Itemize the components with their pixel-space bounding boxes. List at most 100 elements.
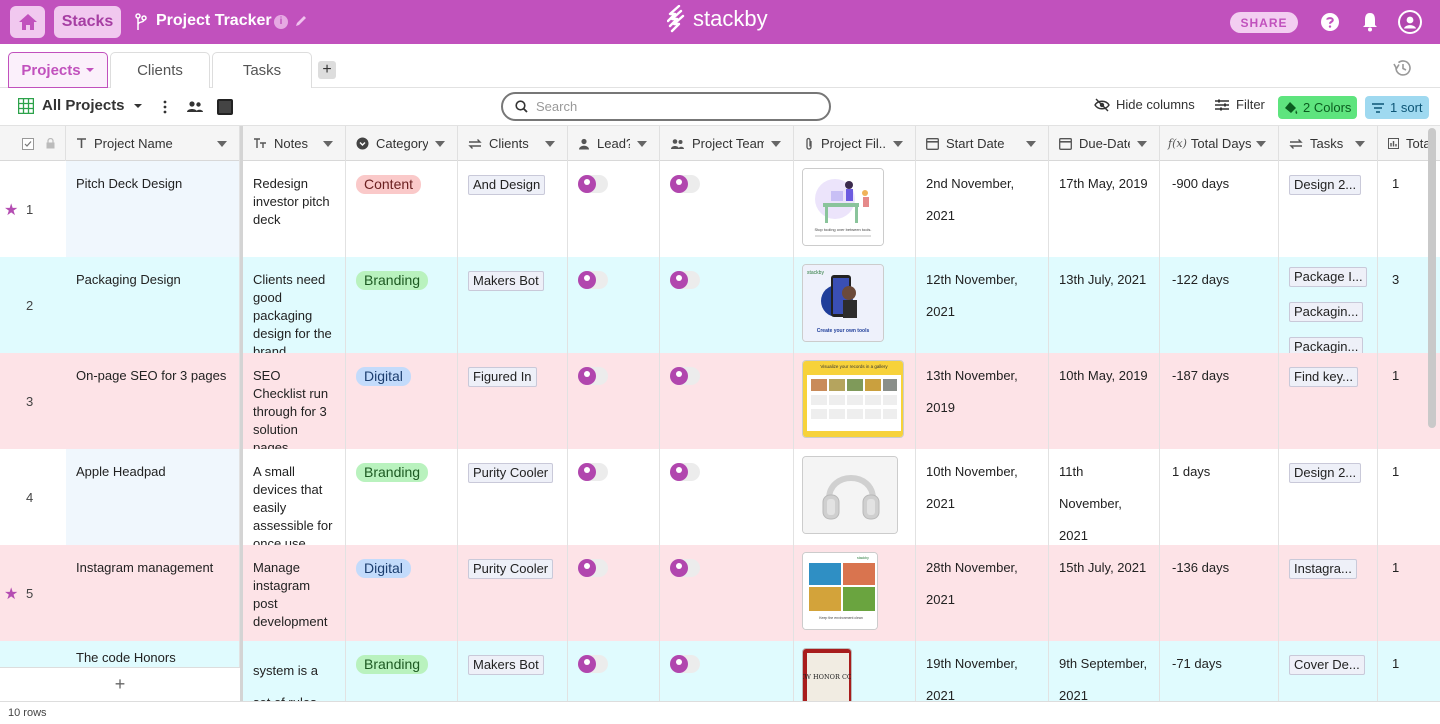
project-files-cell[interactable]: Stop tooling over between tools. bbox=[794, 161, 916, 257]
due-date-cell[interactable]: 10th May, 2019 bbox=[1049, 353, 1160, 449]
vertical-scrollbar[interactable] bbox=[1428, 128, 1436, 428]
project-name-cell[interactable]: On-page SEO for 3 pages bbox=[66, 353, 240, 449]
attachment-thumbnail[interactable]: stackby Create your own tools bbox=[802, 264, 884, 342]
tab-clients[interactable]: Clients bbox=[110, 52, 210, 88]
select-all-checkbox[interactable] bbox=[22, 137, 34, 150]
notes-cell[interactable]: A small devices that easily assessible f… bbox=[243, 449, 346, 545]
attachment-thumbnail[interactable]: Stop tooling over between tools. bbox=[802, 168, 884, 246]
column-menu-caret-icon[interactable] bbox=[435, 140, 445, 147]
clients-cell[interactable]: Purity Cooler bbox=[458, 545, 568, 641]
notes-cell[interactable]: Redesign investor pitch deck bbox=[243, 161, 346, 257]
notes-cell[interactable]: Clients need good packaging design for t… bbox=[243, 257, 346, 353]
due-date-cell[interactable]: 13th July, 2021 bbox=[1049, 257, 1160, 353]
column-menu-caret-icon[interactable] bbox=[637, 140, 647, 147]
project-files-cell[interactable]: stackby Create your own tools bbox=[794, 257, 916, 353]
notes-cell[interactable]: SEO Checklist run through for 3 solution… bbox=[243, 353, 346, 449]
notes-cell[interactable]: Manage instagram post development bbox=[243, 545, 346, 641]
more-options-icon[interactable] bbox=[162, 99, 168, 115]
user-avatar[interactable] bbox=[1398, 10, 1422, 34]
total-days-cell[interactable]: -900 days bbox=[1160, 161, 1279, 257]
column-menu-caret-icon[interactable] bbox=[217, 140, 227, 147]
linked-record-chip[interactable]: Design 2... bbox=[1289, 463, 1362, 483]
hide-columns-button[interactable]: Hide columns bbox=[1094, 97, 1195, 112]
linked-record-chip[interactable]: Packagin... bbox=[1289, 337, 1364, 353]
start-date-cell[interactable]: 13th November, 2019 bbox=[916, 353, 1049, 449]
history-icon[interactable] bbox=[1392, 59, 1412, 77]
tab-tasks[interactable]: Tasks bbox=[212, 52, 312, 88]
table-row[interactable]: 3 On-page SEO for 3 pages SEO Checklist … bbox=[0, 353, 1440, 449]
linked-record-chip[interactable]: Purity Cooler bbox=[468, 463, 554, 483]
project-name-cell[interactable]: Pitch Deck Design bbox=[66, 161, 240, 257]
linked-record-chip[interactable]: Cover De... bbox=[1289, 655, 1365, 675]
project-files-cell[interactable]: Visualize your records in a gallery bbox=[794, 353, 916, 449]
project-team-cell[interactable] bbox=[660, 257, 794, 353]
color-palette-icon[interactable] bbox=[216, 98, 234, 116]
start-date-cell[interactable]: 10th November, 2021 bbox=[916, 449, 1049, 545]
table-row[interactable]: ★ 1 Pitch Deck Design Redesign investor p… bbox=[0, 161, 1440, 257]
total-days-cell[interactable]: -122 days bbox=[1160, 257, 1279, 353]
column-menu-caret-icon[interactable] bbox=[1026, 140, 1036, 147]
category-cell[interactable]: Branding bbox=[346, 257, 458, 353]
frozen-column-divider[interactable] bbox=[240, 126, 243, 724]
linked-record-chip[interactable]: Find key... bbox=[1289, 367, 1359, 387]
lead-cell[interactable] bbox=[568, 161, 660, 257]
column-menu-caret-icon[interactable] bbox=[771, 140, 781, 147]
start-date-cell[interactable]: 28th November, 2021 bbox=[916, 545, 1049, 641]
due-date-cell[interactable]: 11th November, 2021 bbox=[1049, 449, 1160, 545]
tasks-cell[interactable]: Instagra... bbox=[1279, 545, 1378, 641]
start-date-cell[interactable]: 2nd November, 2021 bbox=[916, 161, 1049, 257]
column-menu-caret-icon[interactable] bbox=[893, 140, 903, 147]
category-cell[interactable]: Content bbox=[346, 161, 458, 257]
column-header-lead[interactable]: Lead? bbox=[568, 126, 660, 161]
add-row-button[interactable]: + bbox=[0, 667, 240, 701]
edit-icon[interactable] bbox=[294, 14, 308, 28]
tab-projects[interactable]: Projects bbox=[8, 52, 108, 88]
project-team-cell[interactable] bbox=[660, 545, 794, 641]
column-menu-caret-icon[interactable] bbox=[545, 140, 555, 147]
project-name-cell[interactable]: Instagram management bbox=[66, 545, 240, 641]
linked-record-chip[interactable]: And Design bbox=[468, 175, 546, 195]
linked-record-chip[interactable]: Packagin... bbox=[1289, 302, 1364, 322]
tasks-cell[interactable]: Design 2... bbox=[1279, 161, 1378, 257]
column-menu-caret-icon[interactable] bbox=[323, 140, 333, 147]
total-days-cell[interactable]: -136 days bbox=[1160, 545, 1279, 641]
linked-record-chip[interactable]: Makers Bot bbox=[468, 655, 544, 675]
linked-record-chip[interactable]: Package I... bbox=[1289, 267, 1367, 287]
home-button[interactable] bbox=[10, 6, 45, 38]
total-cell[interactable]: 1 bbox=[1378, 449, 1440, 545]
linked-record-chip[interactable]: Purity Cooler bbox=[468, 559, 554, 579]
total-days-cell[interactable]: -187 days bbox=[1160, 353, 1279, 449]
collaborators-icon[interactable] bbox=[186, 100, 204, 114]
sort-button[interactable]: 1 sort bbox=[1365, 96, 1429, 119]
colors-button[interactable]: 2 Colors bbox=[1278, 96, 1358, 119]
column-header-tasks[interactable]: Tasks bbox=[1279, 126, 1378, 161]
column-header-total-days[interactable]: f(x) Total Days bbox=[1160, 126, 1279, 161]
notification-bell-icon[interactable] bbox=[1360, 11, 1380, 33]
star-icon[interactable]: ★ bbox=[4, 584, 18, 604]
project-files-cell[interactable] bbox=[794, 449, 916, 545]
start-date-cell[interactable]: 12th November, 2021 bbox=[916, 257, 1049, 353]
category-cell[interactable]: Digital bbox=[346, 545, 458, 641]
project-name-cell[interactable]: Packaging Design bbox=[66, 257, 240, 353]
clients-cell[interactable]: Makers Bot bbox=[458, 257, 568, 353]
linked-record-chip[interactable]: Figured In bbox=[468, 367, 537, 387]
share-button[interactable]: SHARE bbox=[1230, 12, 1298, 33]
total-days-cell[interactable]: 1 days bbox=[1160, 449, 1279, 545]
linked-record-chip[interactable]: Instagra... bbox=[1289, 559, 1357, 579]
clients-cell[interactable]: Purity Cooler bbox=[458, 449, 568, 545]
tasks-cell[interactable]: Design 2... bbox=[1279, 449, 1378, 545]
due-date-cell[interactable]: 15th July, 2021 bbox=[1049, 545, 1160, 641]
stacks-button[interactable]: Stacks bbox=[54, 6, 121, 38]
filter-button[interactable]: Filter bbox=[1214, 97, 1265, 112]
lead-cell[interactable] bbox=[568, 449, 660, 545]
table-row[interactable]: 4 Apple Headpad A small devices that eas… bbox=[0, 449, 1440, 545]
column-menu-caret-icon[interactable] bbox=[1355, 140, 1365, 147]
view-switcher[interactable]: All Projects bbox=[18, 97, 143, 114]
project-team-cell[interactable] bbox=[660, 449, 794, 545]
info-icon[interactable]: i bbox=[274, 15, 288, 29]
project-name-cell[interactable]: Apple Headpad bbox=[66, 449, 240, 545]
column-header-start-date[interactable]: Start Date bbox=[916, 126, 1049, 161]
linked-record-chip[interactable]: Design 2... bbox=[1289, 175, 1362, 195]
lead-cell[interactable] bbox=[568, 545, 660, 641]
attachment-thumbnail[interactable] bbox=[802, 456, 898, 534]
